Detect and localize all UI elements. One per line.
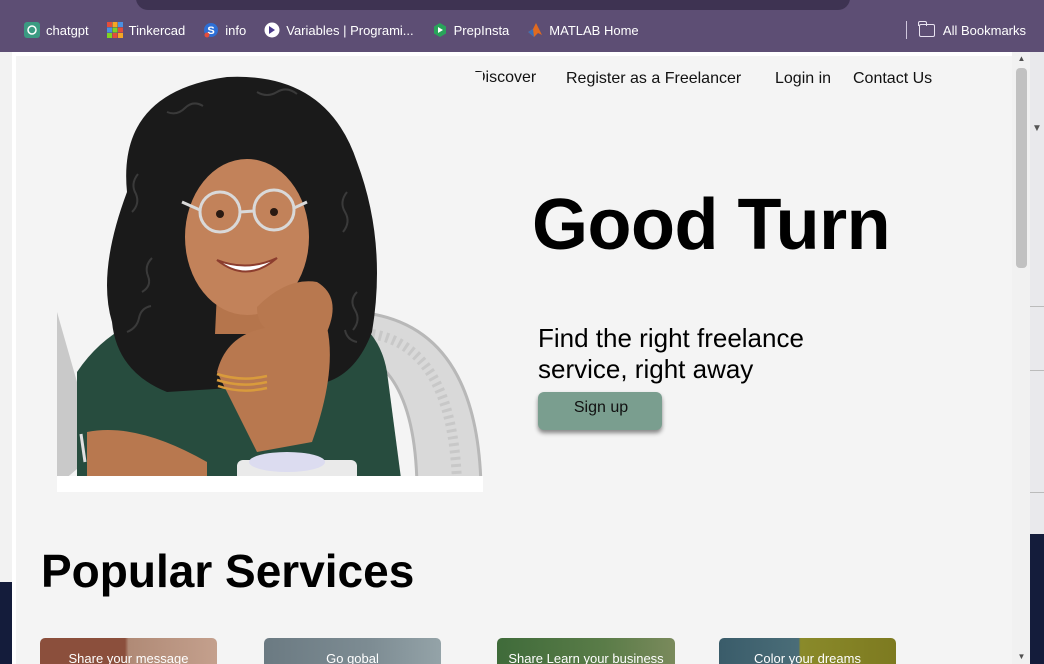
- variables-icon: [264, 22, 280, 38]
- bookmark-variables[interactable]: Variables | Programi...: [252, 17, 419, 43]
- chevron-down-icon[interactable]: ▼: [1031, 122, 1043, 136]
- info-s-icon: S: [203, 22, 219, 38]
- bookmark-matlab[interactable]: MATLAB Home: [515, 17, 644, 43]
- web-page: Discover Register as a Freelancer Login …: [16, 56, 1012, 664]
- page-viewport: Discover Register as a Freelancer Login …: [12, 52, 1030, 664]
- bookmark-label: MATLAB Home: [549, 22, 639, 38]
- service-card-share-learn-business[interactable]: Share Learn your business: [497, 638, 675, 664]
- popular-services-heading: Popular Services: [41, 545, 415, 597]
- all-bookmarks-button[interactable]: All Bookmarks: [918, 20, 1032, 38]
- service-card-label: Color your dreams: [754, 651, 861, 664]
- scroll-down-arrow-icon[interactable]: ▼: [1016, 652, 1027, 662]
- all-bookmarks-label: All Bookmarks: [942, 22, 1026, 38]
- sign-up-button[interactable]: Sign up: [538, 392, 662, 430]
- bookmark-label: chatgpt: [46, 22, 89, 38]
- nav-discover[interactable]: Discover: [474, 69, 536, 87]
- bookmark-label: Variables | Programi...: [286, 22, 414, 38]
- desktop-background: [0, 582, 12, 664]
- bookmark-chatgpt[interactable]: chatgpt: [12, 17, 95, 43]
- nav-contact-us[interactable]: Contact Us: [853, 70, 932, 88]
- bookmark-label: info: [225, 22, 247, 38]
- scroll-thumb[interactable]: [1016, 68, 1027, 268]
- scroll-up-arrow-icon[interactable]: ▲: [1016, 54, 1027, 64]
- service-card-go-global[interactable]: Go gobal: [264, 638, 441, 664]
- folder-icon: [918, 20, 935, 37]
- bookmark-tinkercad[interactable]: Tinkercad: [95, 17, 192, 43]
- divider: [1030, 492, 1044, 493]
- nav-register-freelancer[interactable]: Register as a Freelancer: [566, 70, 741, 88]
- desktop-background: [1030, 534, 1044, 664]
- vertical-scrollbar[interactable]: ▲ ▼: [1012, 52, 1030, 664]
- bookmark-label: Tinkercad: [128, 22, 186, 38]
- service-card-color-dreams[interactable]: Color your dreams: [719, 638, 896, 664]
- bookmark-prepinsta[interactable]: PrepInsta: [420, 17, 516, 43]
- divider: [1030, 370, 1044, 371]
- brand-title: Good Turn: [532, 185, 891, 265]
- prepinsta-icon: [432, 22, 448, 38]
- left-window-edge: [0, 52, 12, 664]
- service-card-label: Go gobal: [326, 651, 379, 664]
- bookmark-label: PrepInsta: [453, 22, 510, 38]
- service-card-share-message[interactable]: Share your message: [40, 638, 217, 664]
- service-card-label: Share your message: [68, 651, 189, 664]
- matlab-icon: [527, 22, 543, 38]
- chatgpt-icon: [24, 22, 40, 38]
- hero-woman-photo: [57, 72, 483, 492]
- nav-login[interactable]: Login in: [775, 70, 831, 88]
- bookmarks-divider: [905, 21, 907, 39]
- hero-tagline: Find the right freelance service, right …: [538, 323, 804, 384]
- browser-chrome: chatgpt Tinkercad S info Variables | Pro…: [0, 0, 1044, 52]
- divider: [1030, 306, 1044, 307]
- bookmark-info[interactable]: S info: [191, 17, 252, 43]
- right-window-edge: ▼: [1030, 52, 1044, 664]
- address-bar[interactable]: [136, 0, 850, 10]
- service-card-label: Share Learn your business: [508, 651, 664, 664]
- tinkercad-icon: [106, 22, 123, 38]
- bookmarks-bar: chatgpt Tinkercad S info Variables | Pro…: [12, 14, 1032, 46]
